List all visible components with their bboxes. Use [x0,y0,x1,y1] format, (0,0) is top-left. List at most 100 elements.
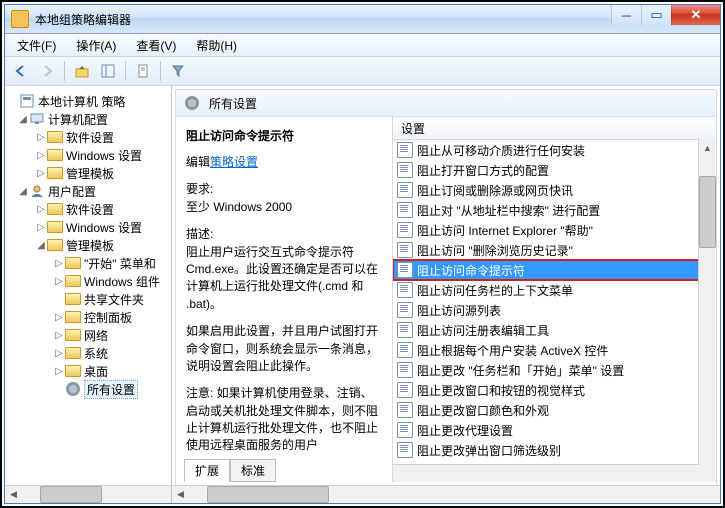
tab-extended[interactable]: 扩展 [184,459,230,482]
list-item-label: 阻止访问命令提示符 [417,262,525,279]
tree-item[interactable]: ▷桌面 [7,362,169,380]
policy-icon [397,422,413,438]
policy-icon [397,402,413,418]
menu-file[interactable]: 文件(F) [9,35,64,56]
minimize-button[interactable]: ─ [611,5,641,25]
desc-text-2: 如果启用此设置，并且用户试图打开命令窗口，则系统会显示一条消息，说明设置会阻止此… [186,323,382,375]
list-item-label: 阻止根据每个用户安装 ActiveX 控件 [417,342,608,359]
list-item[interactable]: 阻止根据每个用户安装 ActiveX 控件 [393,340,699,360]
tree-h-scrollbar[interactable]: ◀ [5,485,171,503]
show-hide-tree-button[interactable] [96,59,120,83]
list-item-label: 阻止访问 Internet Explorer "帮助" [417,222,593,239]
desc-text-1: 阻止用户运行交互式命令提示符 Cmd.exe。此设置还确定是否可以在计算机上运行… [186,245,378,311]
edit-label: 编辑 [186,155,210,169]
policy-icon [397,362,413,378]
list-item-label: 阻止从可移动介质进行任何安装 [417,142,585,159]
desc-text-3: 注意: 如果计算机使用登录、注销、启动或关机批处理文件脚本，则不阻止计算机运行批… [186,385,382,455]
tree-item[interactable]: ▷软件设置 [7,128,169,146]
list-item[interactable]: 阻止访问任务栏的上下文菜单 [393,280,699,300]
tree-label: 软件设置 [66,201,114,218]
tree-label: 管理模板 [66,165,114,182]
list-item[interactable]: 阻止更改 "任务栏和「开始」菜单" 设置 [393,360,699,380]
menu-bar: 文件(F) 操作(A) 查看(V) 帮助(H) [5,34,720,57]
right-h-scrollbar[interactable]: ◀ [172,485,720,503]
title-bar: 本地组策略编辑器 ─ ▭ ✕ [5,5,720,34]
tree-label: 用户配置 [48,183,96,200]
policy-icon [397,162,413,178]
edit-policy-link[interactable]: 策略设置 [210,155,258,169]
column-header[interactable]: 设置 [393,117,716,140]
filter-button[interactable] [166,59,190,83]
tree-item[interactable]: ▷系统 [7,344,169,362]
policy-icon [397,202,413,218]
tree-item[interactable]: ▷Windows 设置 [7,218,169,236]
tree-label: Windows 设置 [66,219,142,236]
list-item[interactable]: 阻止访问命令提示符 [393,260,699,280]
list-h-scrollbar[interactable] [393,464,699,482]
policy-icon [397,262,413,278]
list-item[interactable]: 阻止访问源列表 [393,300,699,320]
policy-title: 阻止访问命令提示符 [186,127,382,144]
tree-computer-config[interactable]: ◢计算机配置 [7,110,169,128]
back-button[interactable] [9,59,33,83]
properties-button[interactable] [131,59,155,83]
tree-label: 共享文件夹 [84,291,144,308]
list-item[interactable]: 阻止更改窗口颜色和外观 [393,400,699,420]
tree-user-config[interactable]: ◢用户配置 [7,182,169,200]
settings-list: 设置 阻止从可移动介质进行任何安装阻止打开窗口方式的配置阻止订阅或删除源或网页快… [392,117,716,482]
tree-all-settings[interactable]: 所有设置 [7,380,169,398]
tree-label: 所有设置 [84,380,138,399]
tree-item[interactable]: ▷Windows 设置 [7,146,169,164]
list-item[interactable]: 阻止订阅或删除源或网页快讯 [393,180,699,200]
list-item[interactable]: 阻止对 "从地址栏中搜索" 进行配置 [393,200,699,220]
close-button[interactable]: ✕ [671,5,720,25]
policy-icon [397,222,413,238]
tree-item[interactable]: 共享文件夹 [7,290,169,308]
list-item-label: 阻止对 "从地址栏中搜索" 进行配置 [417,202,600,219]
list-item[interactable]: 阻止更改代理设置 [393,420,699,440]
menu-view[interactable]: 查看(V) [128,35,184,56]
tree-label: 本地计算机 策略 [38,93,125,110]
up-button[interactable] [70,59,94,83]
tree-label: 管理模板 [66,237,114,254]
tab-standard[interactable]: 标准 [230,459,276,482]
tree-item[interactable]: ◢管理模板 [7,236,169,254]
list-item[interactable]: 阻止访问 Internet Explorer "帮助" [393,220,699,240]
content-header: 所有设置 [175,89,717,117]
content-title: 所有设置 [209,95,257,112]
list-item[interactable]: 阻止打开窗口方式的配置 [393,160,699,180]
forward-button[interactable] [35,59,59,83]
list-item-label: 阻止更改窗口颜色和外观 [417,402,549,419]
list-item[interactable]: 阻止更改窗口和按钮的视觉样式 [393,380,699,400]
maximize-button[interactable]: ▭ [641,5,671,25]
view-tabs: 扩展 标准 [184,458,276,481]
list-item-label: 阻止更改 "任务栏和「开始」菜单" 设置 [417,362,624,379]
list-item-label: 阻止访问任务栏的上下文菜单 [417,282,573,299]
list-item[interactable]: 阻止从可移动介质进行任何安装 [393,140,699,160]
policy-icon [397,282,413,298]
list-v-scrollbar[interactable]: ▲ [698,139,716,482]
tree-item[interactable]: ▷Windows 组件 [7,272,169,290]
tree-item[interactable]: ▷"开始" 菜单和 [7,254,169,272]
tree-item[interactable]: ▷管理模板 [7,164,169,182]
req-text: 至少 Windows 2000 [186,200,292,214]
tree-label: 桌面 [84,363,108,380]
policy-icon [397,342,413,358]
list-item-label: 阻止访问源列表 [417,302,501,319]
tree-root[interactable]: 本地计算机 策略 [7,92,169,110]
menu-action[interactable]: 操作(A) [68,35,124,56]
tree-item[interactable]: ▷网络 [7,326,169,344]
nav-tree[interactable]: 本地计算机 策略 ◢计算机配置 ▷软件设置 ▷Windows 设置 ▷管理模板 … [5,86,172,503]
app-icon [11,10,29,28]
policy-icon [397,302,413,318]
list-item[interactable]: 阻止访问 "删除浏览历史记录" [393,240,699,260]
window-title: 本地组策略编辑器 [35,11,131,28]
gear-icon [185,96,199,110]
list-item[interactable]: 阻止访问注册表编辑工具 [393,320,699,340]
tree-item[interactable]: ▷控制面板 [7,308,169,326]
list-item-label: 阻止更改代理设置 [417,422,513,439]
menu-help[interactable]: 帮助(H) [188,35,245,56]
tree-item[interactable]: ▷软件设置 [7,200,169,218]
policy-icon [397,382,413,398]
list-item[interactable]: 阻止更改弹出窗口筛选级别 [393,440,699,460]
